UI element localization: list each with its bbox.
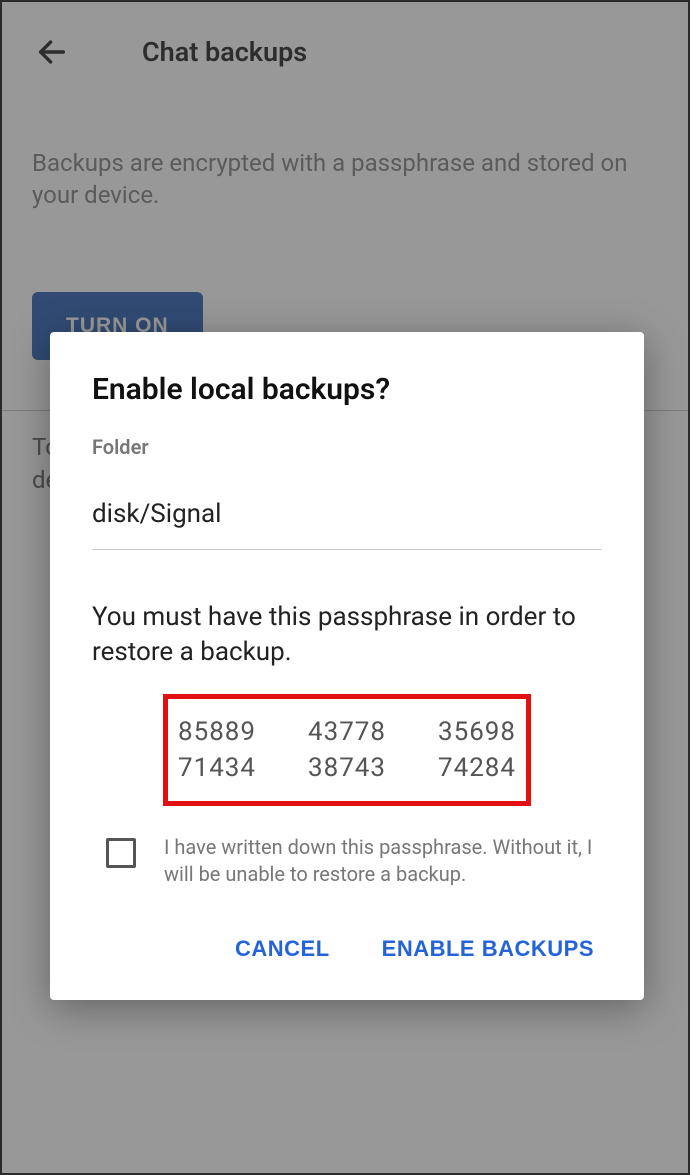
passphrase-chunk: 74284 bbox=[438, 753, 516, 783]
folder-label: Folder bbox=[92, 435, 602, 459]
folder-value[interactable]: disk/Signal bbox=[92, 499, 602, 550]
passphrase-chunk: 85889 bbox=[178, 717, 256, 747]
cancel-button[interactable]: CANCEL bbox=[231, 928, 334, 970]
passphrase-highlight-frame: 85889 43778 35698 71434 38743 74284 bbox=[163, 694, 531, 806]
passphrase-chunk: 35698 bbox=[438, 717, 516, 747]
confirm-text: I have written down this passphrase. Wit… bbox=[164, 834, 602, 888]
passphrase-chunk: 71434 bbox=[178, 753, 256, 783]
confirm-checkbox[interactable] bbox=[106, 838, 136, 868]
confirm-row[interactable]: I have written down this passphrase. Wit… bbox=[106, 834, 602, 888]
passphrase-grid: 85889 43778 35698 71434 38743 74284 bbox=[168, 717, 526, 783]
dialog-actions: CANCEL ENABLE BACKUPS bbox=[92, 928, 602, 970]
enable-backups-button[interactable]: ENABLE BACKUPS bbox=[378, 928, 598, 970]
passphrase-instruction: You must have this passphrase in order t… bbox=[92, 600, 602, 670]
passphrase-chunk: 43778 bbox=[308, 717, 386, 747]
enable-backups-dialog: Enable local backups? Folder disk/Signal… bbox=[50, 332, 644, 1000]
dialog-title: Enable local backups? bbox=[92, 372, 602, 407]
passphrase-chunk: 38743 bbox=[308, 753, 386, 783]
